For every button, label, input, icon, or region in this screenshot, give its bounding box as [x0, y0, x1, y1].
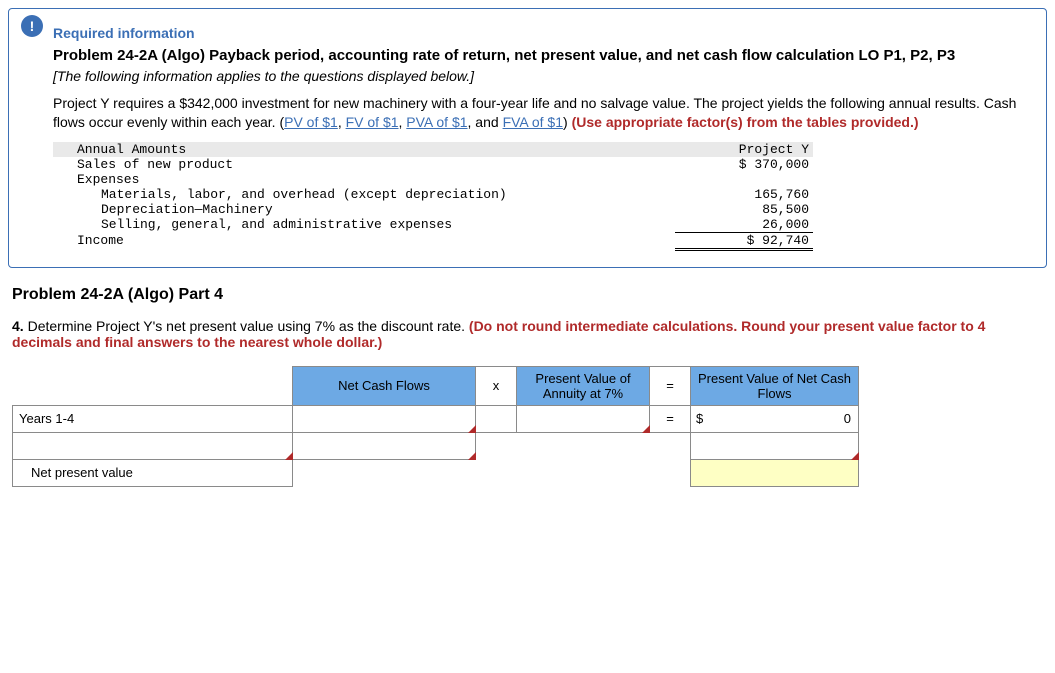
header-pva: Present Value of Annuity at 7%: [517, 366, 650, 405]
input-ncf-2[interactable]: [294, 434, 474, 458]
depreciation-label: Depreciation—Machinery: [53, 202, 675, 217]
input-npv-result[interactable]: [692, 461, 857, 485]
header-pv-net: Present Value of Net Cash Flows: [691, 366, 859, 405]
income-label: Income: [53, 232, 675, 249]
expenses-label: Expenses: [53, 172, 675, 187]
materials-value: 165,760: [675, 187, 813, 202]
amounts-header-label: Annual Amounts: [53, 142, 675, 157]
sales-value: $ 370,000: [675, 157, 813, 172]
cell-pv-2[interactable]: [691, 432, 859, 459]
sga-label: Selling, general, and administrative exp…: [53, 217, 675, 233]
annual-amounts-table: Annual Amounts Project Y Sales of new pr…: [53, 142, 813, 251]
header-equals: =: [650, 366, 691, 405]
sga-value: 26,000: [675, 217, 813, 233]
input-pva-factor[interactable]: [518, 407, 648, 431]
output-pv-net: [707, 407, 857, 431]
header-times: x: [476, 366, 517, 405]
cell-npv-result[interactable]: [691, 459, 859, 486]
fv-link[interactable]: FV of $1: [346, 114, 399, 130]
required-info-heading: Required information: [53, 25, 1026, 41]
question-text: 4. Determine Project Y's net present val…: [12, 318, 1043, 350]
npv-calc-table: Net Cash Flows x Present Value of Annuit…: [12, 366, 859, 487]
cell-ncf-2[interactable]: [293, 432, 476, 459]
info-card: ! Required information Problem 24-2A (Al…: [8, 8, 1047, 268]
question-body: Determine Project Y's net present value …: [28, 318, 469, 334]
fva-link[interactable]: FVA of $1: [503, 114, 563, 130]
applies-note: [The following information applies to th…: [53, 68, 1026, 84]
pva-link[interactable]: PVA of $1: [406, 114, 467, 130]
input-net-cash-flows[interactable]: [294, 407, 474, 431]
materials-label: Materials, labor, and overhead (except d…: [53, 187, 675, 202]
cell-net-cash-flows[interactable]: [293, 405, 476, 432]
alert-badge-icon: !: [21, 15, 43, 37]
sales-label: Sales of new product: [53, 157, 675, 172]
question-number: 4.: [12, 318, 28, 334]
cell-pv-net: $: [691, 405, 859, 432]
input-pv-2[interactable]: [692, 434, 857, 458]
cell-pva-factor[interactable]: [517, 405, 650, 432]
row-npv-label: Net present value: [13, 459, 293, 486]
problem-title: Problem 24-2A (Algo) Payback period, acc…: [53, 47, 1026, 64]
input-blank-label[interactable]: [19, 434, 291, 458]
row-equals: =: [650, 405, 691, 432]
dollar-sign: $: [692, 411, 707, 426]
amounts-header-project: Project Y: [675, 142, 813, 157]
depreciation-value: 85,500: [675, 202, 813, 217]
row-years-label: Years 1-4: [13, 405, 293, 432]
pv-link[interactable]: PV of $1: [284, 114, 338, 130]
part-title: Problem 24-2A (Algo) Part 4: [12, 286, 1047, 304]
intro-paragraph: Project Y requires a $342,000 investment…: [53, 94, 1026, 132]
income-value: $ 92,740: [675, 232, 813, 249]
use-factors-note: (Use appropriate factor(s) from the tabl…: [572, 114, 919, 130]
header-net-cash-flows: Net Cash Flows: [293, 366, 476, 405]
cell-blank-label[interactable]: [13, 432, 293, 459]
